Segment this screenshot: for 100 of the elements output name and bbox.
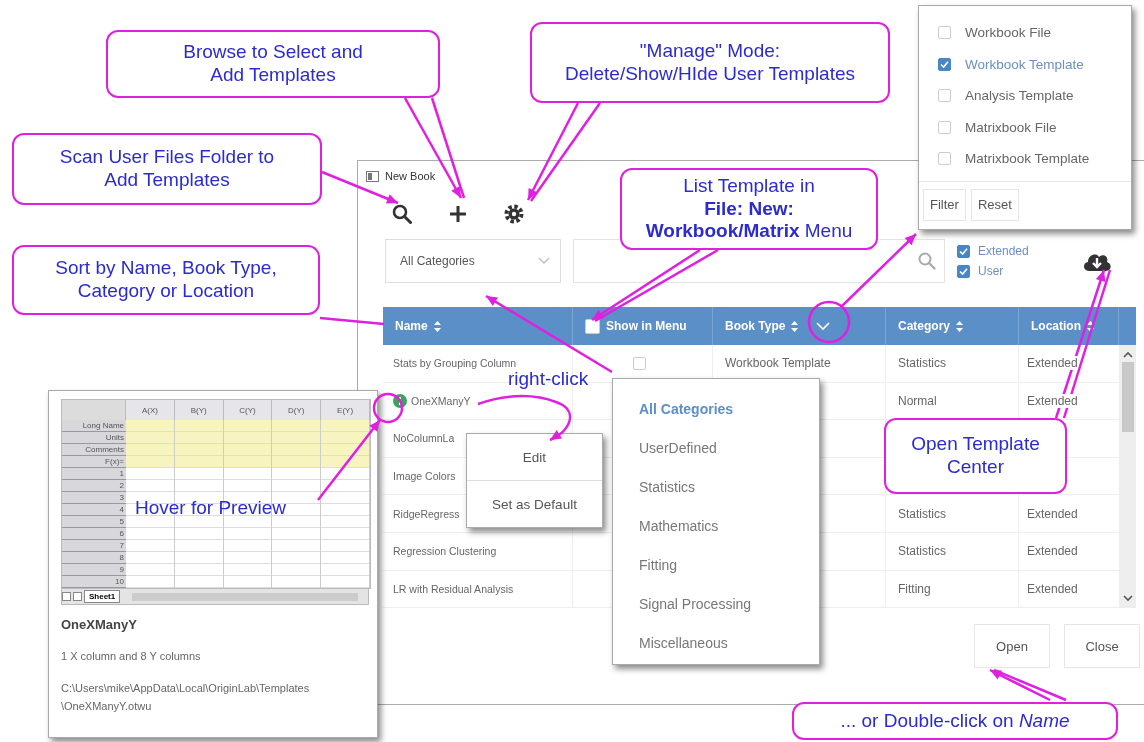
file-path: C:\Users\mike\AppData\Local\OriginLab\Templates [61, 681, 311, 696]
checkbox[interactable] [938, 89, 951, 103]
table-cell[interactable]: LR with Residual Analysis [393, 582, 514, 595]
column-header[interactable]: Category [886, 307, 1019, 345]
window-title: New Book [385, 170, 436, 182]
row-label: Comments [62, 444, 126, 456]
row-label: 5 [62, 516, 126, 528]
row-label: Units [62, 432, 126, 444]
column-header: A(X) [126, 400, 175, 420]
info-icon[interactable] [393, 393, 407, 408]
row-label: 4 [62, 504, 126, 516]
file-path: \OneXManyY.otwu [61, 698, 153, 714]
table-cell[interactable]: OneXManyY [411, 394, 471, 407]
callout-text: Open Template Center [911, 433, 1040, 479]
column-header[interactable]: Name [383, 307, 573, 345]
callout-text: Browse to Select and Add Templates [183, 41, 363, 87]
chevron-down-icon[interactable] [1122, 595, 1133, 603]
table-cell: Normal [898, 393, 937, 408]
column-header: B(Y) [174, 400, 224, 420]
table-cell: Statistics [898, 506, 946, 521]
menu-item[interactable]: Statistics [613, 467, 819, 506]
menu-item[interactable]: Edit [467, 434, 602, 480]
table-cell: Statistics [898, 544, 946, 559]
scrollbar[interactable] [1119, 345, 1136, 609]
table-cell: Statistics [898, 356, 946, 371]
checkbox[interactable] [938, 152, 951, 166]
row-label: 10 [62, 576, 126, 588]
callout-text: List Template in File: New: Workbook/Matrix Menu [645, 174, 853, 244]
filter-button[interactable]: Filter [923, 188, 966, 221]
sort-icon[interactable] [1087, 320, 1094, 332]
checkbox-label: Workbook File [965, 25, 1052, 41]
row-label: 1 [62, 468, 126, 480]
dropdown-value: All Categories [400, 254, 475, 268]
row-label: 3 [62, 492, 126, 504]
app-icon [366, 170, 379, 182]
row-label: 6 [62, 528, 126, 540]
leader-line [319, 316, 385, 326]
checkbox[interactable] [633, 356, 646, 370]
callout-text: Scan User Files Folder to Add Templates [59, 146, 275, 192]
checkbox[interactable] [938, 120, 951, 134]
menu-item[interactable]: All Categories [613, 389, 819, 428]
preview-title: OneXManyY [61, 617, 138, 632]
checkbox-label: Extended [978, 244, 1029, 258]
column-header: E(Y) [321, 400, 370, 420]
table-cell[interactable]: Stats by Grouping Column [393, 357, 517, 370]
table-cell: Extended [1027, 356, 1078, 371]
menu-item[interactable]: Fitting [613, 545, 819, 584]
search-icon[interactable] [392, 204, 412, 224]
preview-description: 1 X column and 8 Y columns [61, 650, 202, 662]
column-header: D(Y) [272, 400, 322, 420]
row-label: Long Name [62, 420, 126, 432]
menu-item[interactable]: Signal Processing [613, 584, 819, 623]
table-cell: Extended [1027, 581, 1078, 596]
plus-icon[interactable] [448, 204, 468, 224]
menu-item[interactable]: UserDefined [613, 428, 819, 467]
checkbox[interactable] [938, 57, 951, 71]
table-cell: Workbook Template [725, 356, 831, 371]
highlight-circle [807, 300, 851, 344]
checkbox[interactable] [957, 244, 970, 258]
table-cell: Extended [1027, 393, 1078, 408]
settings-icon[interactable] [504, 204, 524, 224]
table-cell[interactable]: NoColumnLa [393, 432, 455, 445]
sort-icon[interactable] [791, 320, 799, 332]
row-label: 2 [62, 480, 126, 492]
callout-text: "Manage" Mode: Delete/Show/HIde User Templates [564, 39, 856, 86]
sort-icon[interactable] [433, 320, 441, 332]
row-label: 8 [62, 552, 126, 564]
checkbox-label: Matrixbook Template [965, 151, 1090, 167]
column-header[interactable]: Book Type [713, 307, 886, 345]
checkbox[interactable] [938, 26, 951, 40]
checkbox-label: Matrixbook File [965, 119, 1057, 135]
close-button[interactable]: Close [1064, 624, 1140, 669]
annotation-text: right-click [508, 368, 589, 390]
menu-item[interactable]: Mathematics [613, 506, 819, 545]
checkbox-label: Workbook Template [965, 56, 1084, 72]
table-cell: Extended [1027, 506, 1078, 521]
row-label: 7 [62, 540, 126, 552]
table-cell[interactable]: RidgeRegress [393, 507, 460, 520]
reset-button[interactable]: Reset [970, 188, 1019, 221]
sort-icon[interactable] [956, 320, 963, 332]
column-header[interactable]: Location [1019, 307, 1119, 345]
checkbox-label: Analysis Template [965, 88, 1074, 104]
checkbox[interactable] [957, 264, 970, 278]
callout-text: ... or Double-click on Name [840, 709, 1070, 733]
open-button[interactable]: Open [974, 624, 1050, 669]
category-dropdown[interactable]: All Categories [385, 239, 561, 283]
row-label: 9 [62, 564, 126, 576]
chevron-up-icon[interactable] [1122, 351, 1133, 358]
scrollbar-thumb[interactable] [1121, 362, 1134, 432]
annotation-text: Hover for Preview [135, 497, 286, 519]
menu-item[interactable]: Set as Default [467, 480, 602, 527]
column-header: C(Y) [223, 400, 273, 420]
table-cell: Fitting [898, 581, 931, 596]
row-label: F(x)= [62, 456, 126, 468]
table-cell[interactable]: Regression Clustering [393, 545, 497, 558]
highlight-circle [372, 392, 404, 424]
checkbox-label: User [978, 264, 1004, 278]
callout-text: Sort by Name, Book Type, Category or Location [55, 257, 277, 303]
menu-item[interactable]: Miscellaneous [613, 623, 819, 662]
table-cell[interactable]: Image Colors [393, 470, 456, 483]
